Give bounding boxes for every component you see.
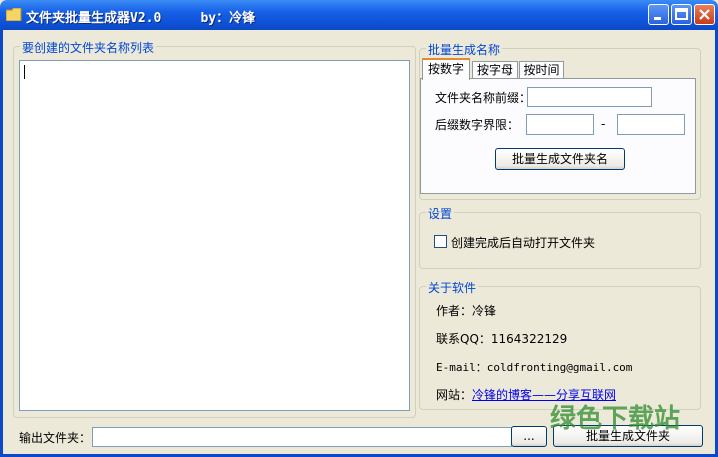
minimize-button[interactable] [648,4,669,25]
qq-text: 联系QQ：1164322129 [436,332,568,346]
range-to-input[interactable] [617,114,685,135]
range-separator: - [601,117,606,131]
maximize-button[interactable] [671,4,692,25]
prefix-input[interactable] [527,87,652,107]
tab-by-number[interactable]: 按数字 [422,58,470,80]
watermark-text: 绿色下载站 [550,403,680,434]
tab-by-time[interactable]: 按时间 [519,61,564,79]
minimize-icon [654,17,661,20]
tab-by-letter[interactable]: 按字母 [472,61,518,79]
settings-title: 设置 [426,205,455,222]
maximize-icon [675,8,688,20]
close-icon [699,9,710,20]
close-button[interactable] [694,4,715,25]
output-folder-input[interactable] [92,427,512,447]
website-label: 网站： [436,388,473,402]
auto-open-label[interactable]: 创建完成后自动打开文件夹 [451,234,595,251]
site-watermark: 绿色下载站 [550,403,680,434]
about-title: 关于软件 [426,279,479,296]
author-text: 作者：冷锋 [436,304,497,318]
generate-names-button[interactable]: 批量生成文件夹名 [495,148,625,170]
window-title: 文件夹批量生成器V2.0 by：冷锋 [26,11,256,26]
browse-button[interactable]: ... [511,426,547,447]
title-bar[interactable]: 文件夹批量生成器V2.0 by：冷锋 [0,0,718,30]
folder-icon [6,8,22,21]
range-label: 后缀数字界限： [435,118,520,132]
batch-names-title: 批量生成名称 [426,41,503,58]
email-text: E-mail：coldfronting@gmail.com [436,361,633,374]
folder-names-textarea[interactable] [19,60,410,411]
auto-open-checkbox[interactable] [434,235,447,248]
range-from-input[interactable] [526,114,594,135]
text-caret [24,65,25,79]
prefix-label: 文件夹名称前缀： [435,91,532,105]
folder-list-title: 要创建的文件夹名称列表 [20,39,157,56]
output-folder-label: 输出文件夹： [19,431,92,445]
